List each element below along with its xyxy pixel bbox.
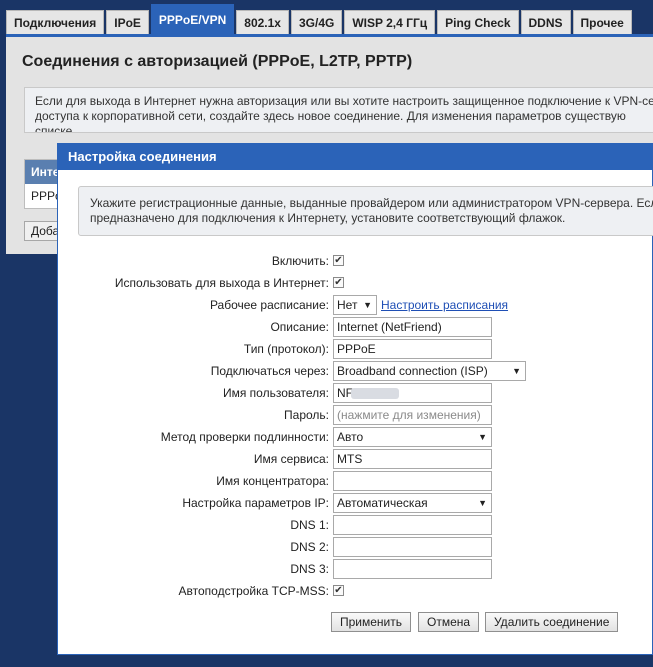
dns1-input[interactable]: [333, 515, 492, 535]
dialog-info-box: Укажите регистрационные данные, выданные…: [78, 186, 653, 236]
username-label: Имя пользователя:: [222, 386, 329, 400]
chevron-down-icon: ▼: [363, 300, 372, 310]
tab-pppoe-vpn[interactable]: PPPoE/VPN: [150, 4, 235, 34]
via-value: Broadband connection (ISP): [337, 364, 488, 378]
protocol-field: PPPoE: [333, 339, 492, 359]
row-auth: Метод проверки подлинности: Авто ▼: [58, 427, 653, 447]
protocol-label: Тип (протокол):: [243, 342, 329, 356]
ip-settings-label: Настройка параметров IP:: [182, 496, 329, 510]
row-via: Подключаться через: Broadband connection…: [58, 361, 653, 381]
row-username: Имя пользователя: NF: [58, 383, 653, 403]
dialog-info-line-1: Укажите регистрационные данные, выданные…: [90, 196, 653, 210]
top-tabs: Подключения IPoE PPPoE/VPN 802.1x 3G/4G …: [0, 0, 653, 34]
delete-connection-button[interactable]: Удалить соединение: [485, 612, 619, 632]
page-info-box: Если для выхода в Интернет нужна авториз…: [24, 87, 653, 133]
schedule-select[interactable]: Нет ▼: [333, 295, 377, 315]
internet-checkbox[interactable]: ✔: [333, 277, 344, 288]
ip-settings-value: Автоматическая: [337, 496, 428, 510]
apply-button[interactable]: Применить: [331, 612, 412, 632]
row-concentrator: Имя концентратора:: [58, 471, 653, 491]
row-description: Описание: Internet (NetFriend): [58, 317, 653, 337]
tcp-mss-checkbox[interactable]: ✔: [333, 585, 344, 596]
password-input[interactable]: (нажмите для изменения): [333, 405, 492, 425]
row-tcp-mss: Автоподстройка TCP-MSS: ✔: [58, 581, 653, 601]
configure-schedules-link[interactable]: Настроить расписания: [381, 295, 508, 315]
enable-checkbox[interactable]: ✔: [333, 255, 344, 266]
dialog-title: Настройка соединения: [58, 144, 652, 170]
concentrator-label: Имя концентратора:: [216, 474, 329, 488]
row-protocol: Тип (протокол): PPPoE: [58, 339, 653, 359]
row-service: Имя сервиса: MTS: [58, 449, 653, 469]
dns1-label: DNS 1:: [290, 518, 329, 532]
ip-settings-select[interactable]: Автоматическая ▼: [333, 493, 492, 513]
auth-value: Авто: [337, 430, 364, 444]
tab-connections[interactable]: Подключения: [6, 10, 105, 34]
service-input[interactable]: MTS: [333, 449, 492, 469]
dns2-label: DNS 2:: [290, 540, 329, 554]
chevron-down-icon: ▼: [512, 366, 521, 376]
tab-3g4g[interactable]: 3G/4G: [290, 10, 343, 34]
password-label: Пароль:: [284, 408, 329, 422]
auth-select[interactable]: Авто ▼: [333, 427, 492, 447]
enable-label: Включить:: [271, 254, 329, 268]
schedule-label: Рабочее расписание:: [209, 298, 329, 312]
tab-wisp[interactable]: WISP 2,4 ГГц: [344, 10, 436, 34]
via-select[interactable]: Broadband connection (ISP) ▼: [333, 361, 526, 381]
page-info-line-2: доступа к корпоративной сети, создайте з…: [35, 109, 626, 123]
service-label: Имя сервиса:: [253, 452, 329, 466]
tab-ddns[interactable]: DDNS: [520, 10, 571, 34]
tab-ipoe[interactable]: IPoE: [106, 10, 149, 34]
concentrator-input[interactable]: [333, 471, 492, 491]
username-input[interactable]: NF: [333, 383, 492, 403]
row-password: Пароль: (нажмите для изменения): [58, 405, 653, 425]
tab-other[interactable]: Прочее: [572, 10, 632, 34]
row-dns3: DNS 3:: [58, 559, 653, 579]
dialog-info-line-2: предназначено для подключения к Интернет…: [90, 211, 566, 225]
row-dns1: DNS 1:: [58, 515, 653, 535]
tab-ping-check[interactable]: Ping Check: [437, 10, 519, 34]
auth-label: Метод проверки подлинности:: [160, 430, 329, 444]
schedule-value: Нет: [337, 298, 358, 312]
dns3-input[interactable]: [333, 559, 492, 579]
redacted-blur: [351, 388, 399, 399]
page-info-line-3: списке.: [35, 124, 76, 133]
internet-label: Использовать для выхода в Интернет:: [114, 276, 329, 290]
page-title: Соединения с авторизацией (PPPoE, L2TP, …: [22, 53, 413, 70]
row-enable: Включить: ✔: [58, 251, 653, 271]
chevron-down-icon: ▼: [478, 432, 487, 442]
dns3-label: DNS 3:: [290, 562, 329, 576]
tcp-mss-label: Автоподстройка TCP-MSS:: [178, 584, 329, 598]
row-internet: Использовать для выхода в Интернет: ✔: [58, 273, 653, 293]
row-schedule: Рабочее расписание: Нет ▼ Настроить расп…: [58, 295, 653, 315]
cancel-button[interactable]: Отмена: [418, 612, 480, 632]
via-label: Подключаться через:: [210, 364, 329, 378]
connection-settings-dialog: Настройка соединения Укажите регистрацио…: [57, 143, 653, 655]
description-label: Описание:: [270, 320, 329, 334]
tab-8021x[interactable]: 802.1x: [236, 10, 289, 34]
dns2-input[interactable]: [333, 537, 492, 557]
row-dns2: DNS 2:: [58, 537, 653, 557]
description-input[interactable]: Internet (NetFriend): [333, 317, 492, 337]
row-ip-settings: Настройка параметров IP: Автоматическая …: [58, 493, 653, 513]
page-info-line-1: Если для выхода в Интернет нужна авториз…: [35, 94, 653, 108]
chevron-down-icon: ▼: [478, 498, 487, 508]
